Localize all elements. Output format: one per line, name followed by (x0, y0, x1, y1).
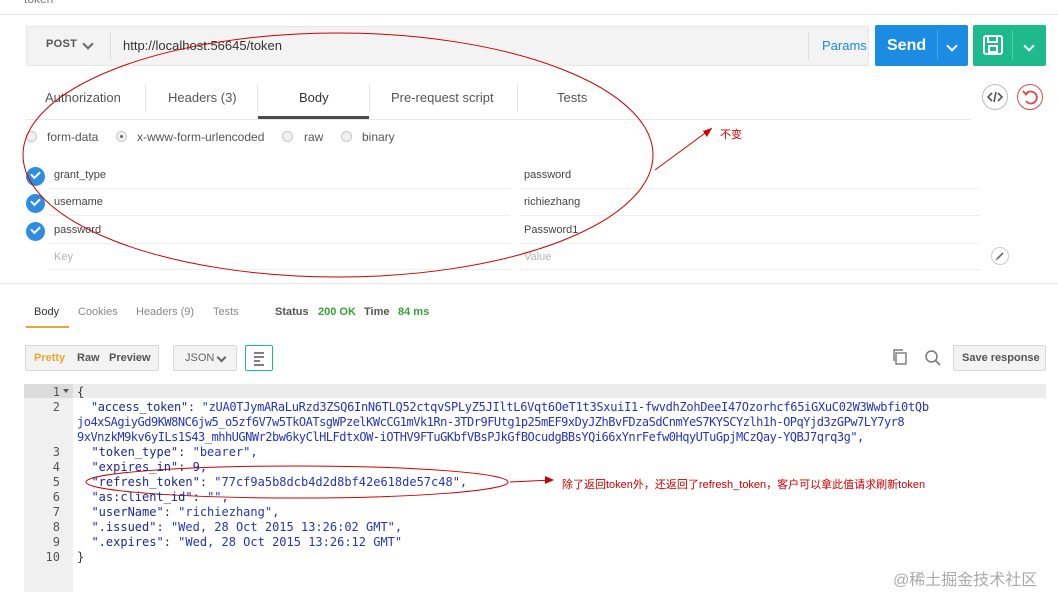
code-line: jo4xSAgiyGd9KW8NC6jw5_o5zf6V7w5TkOATsgWP… (77, 415, 905, 429)
line-number: 1 (52, 385, 60, 399)
view-raw[interactable]: Raw (77, 352, 100, 364)
line-number: 3 (52, 445, 60, 459)
json-string: "bearer", (192, 445, 258, 459)
save-response-label[interactable]: Save response (962, 352, 1040, 364)
code-line: "token_type": "bearer", (91, 445, 258, 459)
json-key: "token_type" (91, 445, 179, 459)
line-number: 6 (52, 490, 60, 504)
copy-icon[interactable] (891, 348, 909, 366)
code-line: "refresh_token": "77cf9a5b8dcb4d2d8bf42e… (91, 475, 468, 489)
json-key: ".expires" (91, 535, 164, 549)
line-number: 2 (52, 400, 60, 414)
code-line: ".issued": "Wed, 28 Oct 2015 13:26:02 GM… (91, 520, 403, 534)
json-string: "richiezhang", (178, 505, 280, 519)
annotation-refresh-token: 除了返回token外，还返回了refresh_token，客户可以拿此值请求刷新… (562, 479, 926, 491)
annotation-unchanged: 不变 (720, 129, 742, 141)
json-string: "", (207, 490, 229, 504)
section-divider (0, 283, 1058, 284)
response-tab-headers[interactable]: Headers (9) (136, 306, 194, 318)
code-line: 9xVnzkM9kv6yILs1S43_mhhUGNWr2bw6kyClHLFd… (77, 430, 864, 444)
fold-icon[interactable] (63, 389, 69, 393)
active-line-highlight (73, 384, 1046, 398)
code-line: ".expires": "Wed, 28 Oct 2015 13:26:12 G… (91, 535, 403, 549)
status-value: 200 OK (318, 306, 356, 318)
line-number: 9 (52, 535, 60, 549)
time-value: 84 ms (398, 306, 430, 318)
line-number: 10 (45, 550, 60, 564)
json-key: ".issued" (91, 520, 157, 534)
json-string: "Wed, 28 Oct 2015 13:26:12 GMT" (178, 535, 403, 549)
status-label: Status (275, 306, 309, 318)
response-tab-tests[interactable]: Tests (213, 306, 239, 318)
json-key: "userName" (91, 505, 164, 519)
json-key: "as:client_id" (91, 490, 193, 504)
code-line: "userName": "richiezhang", (91, 505, 280, 519)
code-line: { (77, 385, 84, 399)
response-tab-cookies[interactable]: Cookies (78, 306, 118, 318)
wrap-lines-button[interactable] (245, 345, 273, 371)
code-line: "access_token": "zUA0TJymARaLuRzd3ZSQ6In… (90, 400, 929, 414)
json-key: "access_token" (90, 400, 188, 414)
json-number: 9, (192, 460, 208, 474)
time-label: Time (364, 306, 390, 318)
wrap-icon (254, 352, 264, 366)
search-icon[interactable] (924, 349, 942, 367)
view-pretty[interactable]: Pretty (34, 352, 65, 364)
line-number: 4 (52, 460, 60, 474)
json-brace: } (77, 550, 85, 564)
view-preview[interactable]: Preview (109, 352, 151, 364)
json-key: "expires_in" (91, 460, 179, 474)
code-line: "expires_in": 9, (91, 460, 208, 474)
json-key: "refresh_token" (91, 475, 200, 489)
json-string: "Wed, 28 Oct 2015 13:26:02 GMT", (170, 520, 403, 534)
json-string: "77cf9a5b8dcb4d2d8bf42e618de57c48", (214, 475, 468, 489)
format-label: JSON (185, 352, 215, 364)
code-line: "as:client_id": "", (91, 490, 229, 504)
json-string: "zUA0TJymARaLuRzd3ZSQ6InN6TLQ52ctqvSPLyZ… (201, 400, 929, 414)
active-tab-underline (26, 326, 69, 328)
watermark: @稀土掘金技术社区 (893, 572, 1038, 589)
json-brace: { (77, 385, 85, 399)
line-number: 5 (52, 475, 60, 489)
code-line: } (77, 550, 84, 564)
line-number: 7 (52, 505, 60, 519)
response-tab-body[interactable]: Body (34, 306, 59, 318)
line-number: 8 (52, 520, 60, 534)
